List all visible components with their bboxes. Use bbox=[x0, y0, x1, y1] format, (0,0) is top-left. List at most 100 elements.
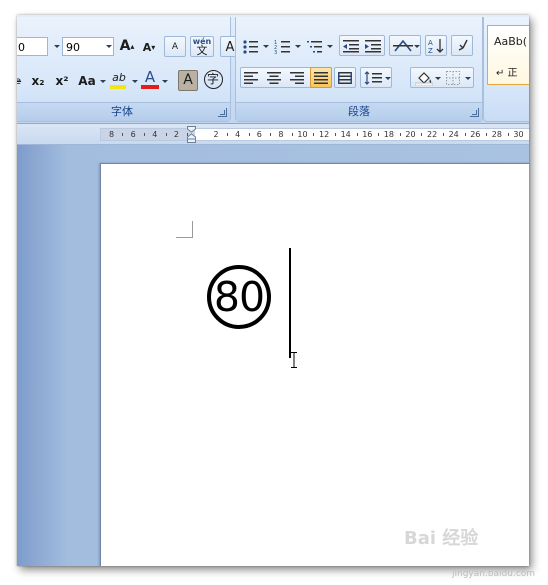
shading-bucket-icon[interactable] bbox=[415, 70, 433, 86]
ruler-tick-label: 12 bbox=[319, 130, 330, 139]
distributed-button[interactable] bbox=[334, 67, 356, 88]
horizontal-ruler[interactable]: 8 6 4 2 2 4 6 8 10 12 14 16 18 20 22 24 26 28 30 bbox=[17, 124, 529, 145]
shading-border-buttons bbox=[410, 67, 474, 88]
bullets-icon[interactable] bbox=[242, 39, 260, 55]
ruler-tick-mark bbox=[291, 133, 293, 136]
line-spacing-dropdown-icon[interactable] bbox=[385, 77, 391, 80]
ruler-tick-label: 6 bbox=[130, 130, 136, 139]
ruler-tick-mark bbox=[334, 133, 336, 136]
highlight-dropdown-icon[interactable] bbox=[132, 80, 138, 83]
font-name-dropdown-icon[interactable] bbox=[54, 45, 60, 48]
font-color-dropdown-icon[interactable] bbox=[162, 80, 168, 83]
border-dropdown-icon[interactable] bbox=[465, 77, 471, 80]
font-dialog-launcher-icon[interactable] bbox=[218, 108, 227, 117]
chinese-layout-dropdown-icon[interactable] bbox=[414, 45, 420, 48]
word-window: 0 90 A▴ A▾ A wén 文 A e x₂ x² Aa ab A A 字… bbox=[17, 15, 529, 566]
enclose-characters-button[interactable]: 字 bbox=[202, 69, 224, 90]
ruler-tick-mark bbox=[313, 133, 315, 136]
decrease-indent-icon[interactable] bbox=[343, 39, 360, 53]
normal-style-gallery-item[interactable]: AaBb( ↵ 正 bbox=[487, 25, 529, 85]
grow-font-button[interactable]: A▴ bbox=[119, 36, 135, 57]
character-shading-icon: A bbox=[183, 72, 193, 88]
phonetic-guide-char: 文 bbox=[196, 44, 208, 57]
enclosed-characters[interactable]: 80 bbox=[207, 265, 271, 329]
ruler-tick-mark bbox=[421, 133, 423, 136]
svg-text:Z: Z bbox=[428, 47, 433, 54]
text-highlight-button[interactable]: ab bbox=[108, 69, 130, 90]
ruler-tick-label: 6 bbox=[256, 130, 262, 139]
numbering-dropdown-icon[interactable] bbox=[295, 45, 301, 48]
font-size-value: 90 bbox=[66, 41, 80, 54]
character-border-icon: A bbox=[225, 40, 235, 55]
shading-dropdown-icon[interactable] bbox=[435, 77, 441, 80]
style-sample-text: AaBb( bbox=[494, 35, 528, 48]
ruler-tick-mark bbox=[122, 133, 124, 136]
paragraph-dialog-launcher-icon[interactable] bbox=[470, 108, 479, 117]
ruler-tick-label: 8 bbox=[109, 130, 115, 139]
align-center-icon[interactable] bbox=[267, 72, 281, 84]
ribbon: 0 90 A▴ A▾ A wén 文 A e x₂ x² Aa ab A A 字… bbox=[17, 15, 529, 124]
font-group-label: 字体 bbox=[17, 102, 230, 121]
numbering-icon[interactable]: 1 2 3 bbox=[274, 39, 292, 55]
ruler-tick-label: 10 bbox=[297, 130, 308, 139]
font-color-button[interactable]: A bbox=[140, 68, 160, 90]
sort-az-icon: A Z bbox=[428, 39, 444, 54]
chinese-layout-button[interactable] bbox=[389, 35, 421, 56]
align-left-icon[interactable] bbox=[244, 72, 258, 84]
change-case-icon: Aa bbox=[78, 74, 96, 88]
enclose-characters-icon: 字 bbox=[203, 70, 223, 89]
ruler-tick-mark bbox=[464, 133, 466, 136]
ruler-tick-mark bbox=[270, 133, 272, 136]
document-page[interactable]: 80 bbox=[100, 163, 529, 566]
indent-marker-icon[interactable] bbox=[187, 126, 196, 143]
change-case-dropdown-icon[interactable] bbox=[100, 80, 106, 83]
ruler-margin-area bbox=[101, 129, 195, 140]
ruler-tick-label: 20 bbox=[405, 130, 416, 139]
strikethrough-button[interactable]: e bbox=[17, 71, 22, 92]
align-right-icon[interactable] bbox=[290, 72, 304, 84]
shrink-arrow-icon: ▾ bbox=[151, 43, 156, 52]
highlighter-icon: ab bbox=[112, 71, 126, 84]
border-icon[interactable] bbox=[446, 71, 460, 85]
character-shading-button[interactable]: A bbox=[178, 70, 198, 91]
line-spacing-button[interactable] bbox=[360, 67, 392, 88]
ruler-tick-label: 14 bbox=[340, 130, 351, 139]
phonetic-guide-button[interactable]: wén 文 bbox=[190, 36, 214, 57]
style-name-label: ↵ 正 bbox=[496, 68, 518, 79]
strikethrough-icon: e bbox=[17, 76, 22, 87]
paragraph-mark-icon bbox=[458, 39, 468, 51]
justify-button[interactable] bbox=[310, 67, 332, 88]
alignment-buttons bbox=[240, 67, 332, 88]
multilevel-dropdown-icon[interactable] bbox=[327, 45, 333, 48]
grow-font-icon: A bbox=[119, 38, 131, 54]
text-caret bbox=[289, 248, 291, 358]
ruler-tick-label: 16 bbox=[362, 130, 373, 139]
increase-indent-icon[interactable] bbox=[365, 39, 382, 53]
watermark-url: jingyan.baidu.com bbox=[452, 569, 536, 579]
subscript-button[interactable]: x₂ bbox=[28, 71, 48, 92]
svg-text:3: 3 bbox=[274, 50, 277, 55]
watermark-brand: Bai 经验 bbox=[404, 528, 479, 549]
font-size-dropdown-icon[interactable] bbox=[106, 45, 112, 48]
font-color-bar bbox=[141, 85, 159, 89]
clear-format-button[interactable]: A bbox=[164, 36, 186, 57]
font-name-box[interactable]: 0 bbox=[17, 37, 48, 56]
document-area: 80 bbox=[17, 145, 529, 566]
chinese-layout-icon bbox=[393, 39, 413, 52]
show-marks-button[interactable] bbox=[451, 35, 473, 56]
sort-button[interactable]: A Z bbox=[425, 35, 447, 56]
ruler-tick-label: 8 bbox=[278, 130, 284, 139]
ruler-tick-label: 26 bbox=[470, 130, 481, 139]
change-case-button[interactable]: Aa bbox=[76, 71, 98, 92]
shrink-font-button[interactable]: A▾ bbox=[141, 37, 157, 58]
ruler-tick-label: 4 bbox=[235, 130, 241, 139]
grow-arrow-icon: ▴ bbox=[130, 42, 135, 51]
ruler-strip: 8 6 4 2 2 4 6 8 10 12 14 16 18 20 22 24 26 28 30 bbox=[100, 128, 529, 141]
superscript-button[interactable]: x² bbox=[52, 71, 72, 92]
ruler-tick-mark bbox=[507, 133, 509, 136]
multilevel-list-icon[interactable] bbox=[306, 39, 324, 55]
bullets-dropdown-icon[interactable] bbox=[263, 45, 269, 48]
font-group: 0 90 A▴ A▾ A wén 文 A e x₂ x² Aa ab A A 字… bbox=[17, 17, 240, 122]
ruler-tick-label: 18 bbox=[383, 130, 394, 139]
ruler-tick-mark bbox=[226, 133, 228, 136]
